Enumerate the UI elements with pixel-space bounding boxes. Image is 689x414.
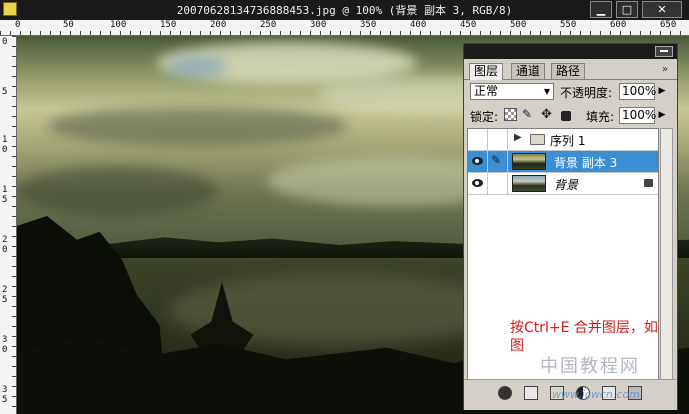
ruler-label: 100 <box>110 20 127 30</box>
ruler-label: 3 <box>2 335 8 345</box>
ruler-label: 150 <box>160 20 177 30</box>
layer-row-group[interactable]: ▶ 序列 1 <box>468 129 658 151</box>
panel-minimize-button[interactable] <box>655 46 673 57</box>
opacity-input[interactable]: 100% <box>619 83 656 100</box>
tab-layers[interactable]: 图层 <box>469 63 504 80</box>
layer-thumbnail <box>512 153 546 170</box>
ruler-label: 400 <box>410 20 427 30</box>
photo-cloud <box>47 106 347 146</box>
panel-title-bar[interactable] <box>464 44 677 59</box>
lock-image-brush-icon[interactable]: ✎ <box>522 108 535 121</box>
eye-icon <box>472 157 483 165</box>
ruler-label: 2 <box>2 235 8 245</box>
link-cell[interactable] <box>488 173 508 194</box>
link-cell[interactable]: ✎ <box>488 151 508 172</box>
ruler-label: 200 <box>210 20 227 30</box>
fill-input[interactable]: 100% <box>619 107 656 124</box>
brush-icon: ✎ <box>491 153 502 167</box>
ruler-label: 550 <box>560 20 577 30</box>
blend-mode-value: 正常 <box>474 84 499 98</box>
layer-name: 背景 <box>554 178 579 192</box>
dropdown-arrow-icon: ▼ <box>543 87 551 96</box>
lock-label: 锁定: <box>470 110 499 124</box>
minus-icon <box>660 50 668 52</box>
ruler-label: 1 <box>2 185 8 195</box>
ruler-label: 5 <box>2 195 8 205</box>
layer-list[interactable]: ▶ 序列 1 ✎ 背景 副本 3 背景 按Ctrl+E 合并图层，如图 <box>467 128 659 380</box>
lock-transparency-icon[interactable] <box>504 108 517 121</box>
layer-name: 序列 1 <box>550 134 586 148</box>
tab-paths[interactable]: 路径 <box>551 63 586 79</box>
ruler-label: 0 <box>15 20 21 30</box>
layer-name: 背景 副本 3 <box>554 156 618 170</box>
tutorial-annotation: 按Ctrl+E 合并图层，如图 <box>510 320 658 354</box>
ruler-label: 600 <box>610 20 627 30</box>
visibility-toggle[interactable] <box>468 173 488 194</box>
watermark-text: 中国教程网 <box>540 356 640 377</box>
ruler-label: 0 <box>2 37 8 47</box>
window-title: 20070628134736888453.jpg @ 100% (背景 副本 3… <box>176 4 513 17</box>
layer-thumbnail <box>512 175 546 192</box>
ruler-label: 5 <box>2 295 8 305</box>
fill-slider-arrow-icon[interactable]: ▶ <box>656 107 668 124</box>
horizontal-ruler[interactable]: 0 50 100 150 200 250 300 350 400 450 500… <box>0 20 689 36</box>
ruler-label: 250 <box>260 20 277 30</box>
opacity-label: 不透明度: <box>560 86 613 100</box>
layer-row-background[interactable]: 背景 <box>468 173 658 195</box>
panel-tabs: 图层 通道 路径 <box>464 62 677 80</box>
ruler-label: 0 <box>2 345 8 355</box>
ruler-label: 450 <box>460 20 477 30</box>
photo-sky-patch <box>167 56 227 78</box>
ruler-label: 50 <box>63 20 74 30</box>
visibility-toggle[interactable] <box>468 129 488 150</box>
ruler-label: 0 <box>2 145 8 155</box>
ruler-label: 2 <box>2 285 8 295</box>
ruler-label: 3 <box>2 385 8 395</box>
watermark-url: www.jcwcn.com <box>552 388 640 401</box>
close-button[interactable]: ✕ <box>642 1 682 18</box>
ruler-label: 650 <box>660 20 677 30</box>
visibility-toggle[interactable] <box>468 151 488 172</box>
layer-list-scrollbar[interactable] <box>660 128 673 380</box>
layer-row-selected[interactable]: ✎ 背景 副本 3 <box>468 151 658 173</box>
ruler-label: 0 <box>2 245 8 255</box>
ruler-label: 300 <box>310 20 327 30</box>
folder-icon <box>530 134 545 145</box>
blend-mode-select[interactable]: 正常 ▼ <box>470 83 554 100</box>
lock-all-icon[interactable] <box>561 111 571 121</box>
vertical-ruler[interactable]: 0 5 1 0 1 5 2 0 2 5 3 0 3 5 <box>0 36 17 414</box>
expand-arrow-icon[interactable]: ▶ <box>514 132 522 143</box>
ruler-label: 5 <box>2 395 8 405</box>
eye-icon <box>472 179 483 187</box>
fill-label: 填充: <box>586 110 615 124</box>
add-layer-style-icon[interactable] <box>498 386 512 400</box>
add-mask-icon[interactable] <box>524 386 538 400</box>
ruler-label: 500 <box>510 20 527 30</box>
opacity-slider-arrow-icon[interactable]: ▶ <box>656 83 668 100</box>
ruler-label: 1 <box>2 135 8 145</box>
link-cell[interactable] <box>488 129 508 150</box>
panel-menu-button[interactable]: » <box>662 64 668 75</box>
photo-cloud <box>17 166 217 216</box>
window-title-bar[interactable]: 20070628134736888453.jpg @ 100% (背景 副本 3… <box>0 0 689 20</box>
minimize-button[interactable]: ▁ <box>590 1 612 18</box>
tab-channels[interactable]: 通道 <box>511 63 546 79</box>
ruler-label: 5 <box>2 87 8 97</box>
maximize-button[interactable]: □ <box>616 1 638 18</box>
ruler-label: 350 <box>360 20 377 30</box>
lock-position-move-icon[interactable]: ✥ <box>541 108 554 121</box>
lock-icon <box>644 179 653 187</box>
